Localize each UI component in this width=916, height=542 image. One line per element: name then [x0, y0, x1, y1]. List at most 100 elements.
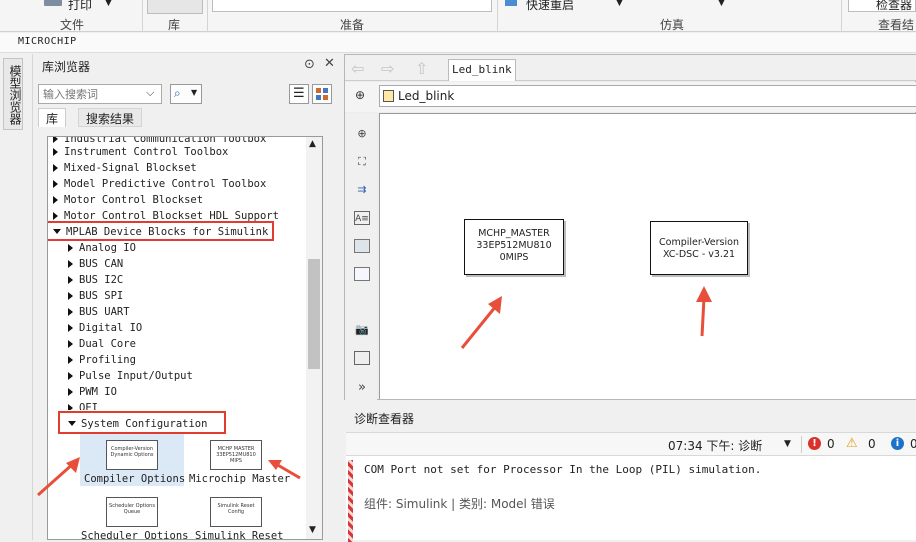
chevron-down-icon[interactable]: ▼ [718, 0, 725, 8]
tree-item-pwm-io[interactable]: PWM IO [68, 384, 117, 400]
ribbon-divider [497, 0, 498, 32]
group-label-file: 文件 [60, 18, 85, 32]
tree-item-instrument-control[interactable]: Instrument Control Toolbox [53, 144, 228, 160]
toolstrip-ribbon: 打印 ▼ 文件 库 准备 快速重启 ▼ ▼ 仿真 检查器 查看结 [0, 0, 916, 32]
path-text: MICROCHIP [18, 36, 77, 47]
model-path-bar: MICROCHIP [0, 33, 916, 53]
warning-icon[interactable]: ⚠ [846, 436, 858, 451]
diagnostic-messages: COM Port not set for Processor In the Lo… [346, 456, 916, 542]
hide-browser-icon[interactable]: ⊕ [355, 88, 365, 102]
tree-item-bus-spi[interactable]: BUS SPI [68, 288, 123, 304]
model-browser-label: 模型浏览器 [8, 65, 22, 125]
address-text: Led_blink [398, 89, 455, 103]
chevron-down-icon[interactable]: ▼ [616, 0, 623, 8]
expand-arrow-icon [68, 388, 73, 396]
tree-item-pulse-io[interactable]: Pulse Input/Output [68, 368, 193, 384]
grid-icon-cell [323, 88, 328, 93]
annotation-arrow [37, 457, 80, 497]
expand-arrow-icon [53, 180, 58, 188]
tree-item-analog-io[interactable]: Analog IO [68, 240, 136, 256]
close-icon[interactable]: ✕ [324, 56, 335, 71]
diagnostic-message[interactable]: COM Port not set for Processor In the Lo… [364, 463, 761, 476]
chevron-down-icon[interactable]: ⌵ [146, 86, 154, 100]
tree-item-model-predictive[interactable]: Model Predictive Control Toolbox [53, 176, 266, 192]
expand-arrow-icon [53, 137, 58, 143]
info-icon[interactable]: i [891, 437, 904, 450]
expand-arrow-icon [68, 356, 73, 364]
fit-view-icon[interactable]: ⛶ [354, 155, 370, 169]
model-editor: ⇦ ⇨ ⇧ Led_blink ⊕ Led_blink ⊕ ⛶ ⇉ A≡ 📷 »… [344, 54, 916, 401]
grid-view-button[interactable] [312, 84, 332, 104]
tree-scrollbar[interactable]: ▲ ▼ [306, 137, 322, 539]
model-browser-tab[interactable]: 模型浏览器 [3, 58, 23, 130]
list-view-button[interactable]: ☰ [289, 84, 309, 104]
library-browser-button[interactable] [147, 0, 203, 14]
block-microchip-master[interactable]: MCHP MASTER 33EP512MU810 MIPS [210, 440, 262, 470]
canvas-tool-palette: ⊕ ⛶ ⇉ A≡ 📷 » [345, 113, 377, 401]
search-input[interactable] [38, 84, 162, 104]
print-icon[interactable] [44, 0, 62, 6]
tree-item-bus-uart[interactable]: BUS UART [68, 304, 130, 320]
image-icon[interactable] [354, 239, 370, 253]
annotation-arrow [460, 296, 502, 349]
area-icon[interactable] [354, 267, 370, 281]
forward-arrow-icon[interactable]: ⇨ [381, 59, 394, 78]
compiler-version-block[interactable]: Compiler-Version XC-DSC - v3.21 [650, 221, 748, 275]
highlight-box [58, 411, 226, 434]
tree-item-motor-control[interactable]: Motor Control Blockset [53, 192, 203, 208]
address-row: ⊕ Led_blink [345, 82, 916, 112]
info-count: 0 [910, 437, 916, 451]
group-label-prepare: 准备 [340, 18, 365, 32]
model-address-bar[interactable]: Led_blink [379, 85, 916, 107]
chevron-down-icon[interactable]: ▼ [105, 0, 112, 8]
block-label-scheduler-options: Scheduler Options [81, 530, 189, 540]
property-inspector-icon[interactable] [354, 351, 370, 365]
tree-item-qei[interactable]: QEI [68, 400, 98, 410]
model-canvas[interactable]: MCHP_MASTER 33EP512MU810 0MIPS Compiler-… [379, 113, 916, 399]
tab-library[interactable]: 库 [38, 108, 67, 127]
expand-palette-icon[interactable]: » [354, 381, 370, 395]
arrow-right-icon[interactable]: ⇉ [354, 183, 370, 197]
tree-item-bus-can[interactable]: BUS CAN [68, 256, 123, 272]
expand-arrow-icon [68, 292, 73, 300]
expand-arrow-icon [68, 244, 73, 252]
panel-menu-icon[interactable]: ⊙ [304, 57, 315, 72]
mchp-master-block[interactable]: MCHP_MASTER 33EP512MU810 0MIPS [464, 219, 564, 275]
expand-arrow-icon [68, 404, 73, 410]
camera-icon[interactable]: 📷 [354, 323, 370, 337]
scroll-up-icon[interactable]: ▲ [309, 139, 316, 149]
block-simulink-reset[interactable]: Simulink Reset Config [210, 497, 262, 527]
print-button[interactable]: 打印 [68, 0, 92, 13]
tree-item-mixed-signal[interactable]: Mixed-Signal Blockset [53, 160, 197, 176]
find-button[interactable]: ⌕ ▼ [170, 84, 202, 104]
scrollbar-thumb[interactable] [308, 259, 320, 369]
error-icon[interactable]: ! [808, 437, 821, 450]
block-compiler-options[interactable]: Compiler-Version Dynamic Options [106, 440, 158, 470]
tab-search-results[interactable]: 搜索结果 [78, 108, 143, 127]
tree-item-dual-core[interactable]: Dual Core [68, 336, 136, 352]
expand-arrow-icon [53, 164, 58, 172]
tree-item-bus-i2c[interactable]: BUS I2C [68, 272, 123, 288]
diagnostic-time-select[interactable]: 07:34 下午: 诊断 [668, 437, 762, 454]
tree-item-digital-io[interactable]: Digital IO [68, 320, 142, 336]
inspector-label[interactable]: 检查器 [876, 0, 912, 13]
group-label-library: 库 [168, 18, 181, 32]
group-label-simulation: 仿真 [660, 18, 685, 32]
model-icon [383, 90, 394, 102]
chevron-down-icon[interactable]: ▼ [784, 439, 791, 449]
warning-count: 0 [868, 437, 876, 451]
fast-restart-button[interactable]: 快速重启 [526, 0, 574, 13]
scroll-down-icon[interactable]: ▼ [309, 525, 316, 535]
tree-item-profiling[interactable]: Profiling [68, 352, 136, 368]
expand-arrow-icon [68, 260, 73, 268]
fast-restart-icon[interactable] [505, 0, 517, 6]
tab-led-blink[interactable]: Led_blink [448, 59, 516, 81]
highlight-box [48, 221, 274, 241]
prepare-input[interactable] [212, 0, 492, 12]
block-scheduler-options[interactable]: Scheduler Options Queue [106, 497, 158, 527]
up-arrow-icon[interactable]: ⇧ [415, 59, 428, 78]
annotation-icon[interactable]: A≡ [354, 211, 370, 225]
expand-arrow-icon [68, 308, 73, 316]
back-arrow-icon[interactable]: ⇦ [351, 59, 364, 78]
zoom-icon[interactable]: ⊕ [354, 127, 370, 141]
